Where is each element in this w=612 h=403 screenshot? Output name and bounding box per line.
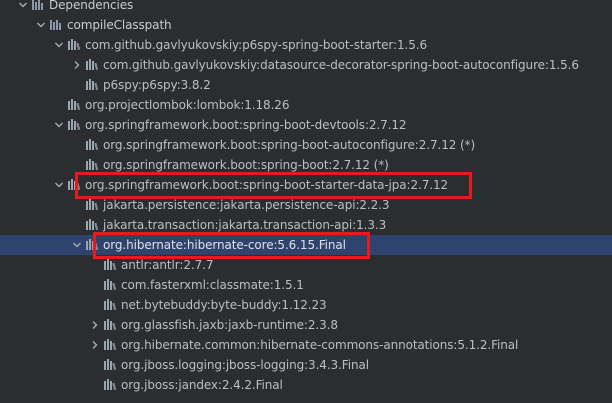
chevron-down-icon[interactable] [53, 119, 65, 131]
library-icon [103, 278, 117, 292]
library-icon [85, 218, 99, 232]
tree-row[interactable]: antlr:antlr:2.7.7 [0, 255, 612, 275]
library-icon [103, 298, 117, 312]
library-icon [67, 178, 81, 192]
tree-row-label: com.fasterxml:classmate:1.5.1 [121, 275, 304, 295]
artifact-coordinate: p6spy:p6spy:3.8.2 [103, 78, 211, 92]
artifact-coordinate: org.projectlombok:lombok:1.18.26 [85, 98, 290, 112]
artifact-coordinate: org.springframework.boot:spring-boot-sta… [85, 178, 449, 192]
tree-row[interactable]: p6spy:p6spy:3.8.2 [0, 75, 612, 95]
tree-row-label: net.bytebuddy:byte-buddy:1.12.23 [121, 295, 327, 315]
tree-row-label: com.github.gavlyukovskiy:datasource-deco… [103, 55, 579, 75]
tree-row[interactable]: com.fasterxml:classmate:1.5.1 [0, 275, 612, 295]
tree-row-label: antlr:antlr:2.7.7 [121, 255, 213, 275]
library-icon [67, 98, 81, 112]
tree-row[interactable]: org.springframework.boot:spring-boot-dev… [0, 115, 612, 135]
artifact-coordinate: jakarta.persistence:jakarta.persistence-… [103, 198, 390, 212]
artifact-coordinate: org.glassfish.jaxb:jaxb-runtime:2.3.8 [121, 318, 338, 332]
artifact-coordinate: org.springframework.boot:spring-boot-aut… [103, 138, 457, 152]
tree-row[interactable]: org.hibernate:hibernate-core:5.6.15.Fina… [0, 235, 612, 255]
tree-row[interactable]: org.hibernate.common:hibernate-commons-a… [0, 335, 612, 355]
tree-row[interactable]: org.springframework.boot:spring-boot-aut… [0, 135, 612, 155]
tree-row-label: org.projectlombok:lombok:1.18.26 [85, 95, 289, 115]
omitted-marker: (*) [456, 138, 476, 152]
chevron-down-icon[interactable] [53, 39, 65, 51]
library-icon [85, 238, 99, 252]
chevron-right-icon[interactable] [89, 319, 101, 331]
library-icon [85, 158, 99, 172]
tree-row[interactable]: org.jboss:jandex:2.4.2.Final [0, 375, 612, 395]
library-icon [103, 258, 117, 272]
library-icon [67, 38, 81, 52]
tree-row-label: org.hibernate:hibernate-core:5.6.15.Fina… [103, 235, 346, 255]
artifact-coordinate: antlr:antlr:2.7.7 [121, 258, 214, 272]
artifact-coordinate: com.github.gavlyukovskiy:p6spy-spring-bo… [85, 38, 428, 52]
artifact-coordinate: jakarta.transaction:jakarta.transaction-… [103, 218, 387, 232]
artifact-coordinate: net.bytebuddy:byte-buddy:1.12.23 [121, 298, 327, 312]
tree-row[interactable]: org.springframework.boot:spring-boot:2.7… [0, 155, 612, 175]
tree-row-label: org.springframework.boot:spring-boot:2.7… [103, 155, 389, 175]
chevron-right-icon[interactable] [71, 59, 83, 71]
artifact-coordinate: org.springframework.boot:spring-boot:2.7… [103, 158, 370, 172]
artifact-coordinate: org.jboss.logging:jboss-logging:3.4.3.Fi… [121, 358, 369, 372]
artifact-coordinate: org.jboss:jandex:2.4.2.Final [121, 378, 283, 392]
tree-row-label: org.springframework.boot:spring-boot-dev… [85, 115, 407, 135]
tree-row-label: com.github.gavlyukovskiy:p6spy-spring-bo… [85, 35, 427, 55]
tree-row[interactable]: com.github.gavlyukovskiy:datasource-deco… [0, 55, 612, 75]
tree-row-label: p6spy:p6spy:3.8.2 [103, 75, 211, 95]
tree-row-label: org.hibernate.common:hibernate-commons-a… [121, 335, 518, 355]
chevron-down-icon[interactable] [17, 0, 29, 11]
tree-row-label: org.jboss.logging:jboss-logging:3.4.3.Fi… [121, 355, 369, 375]
chevron-right-icon[interactable] [89, 339, 101, 351]
tree-row[interactable]: com.github.gavlyukovskiy:p6spy-spring-bo… [0, 35, 612, 55]
artifact-coordinate: com.fasterxml:classmate:1.5.1 [121, 278, 304, 292]
library-icon [67, 118, 81, 132]
artifact-coordinate: compileClasspath [67, 18, 172, 32]
dependency-tree[interactable]: Dependencies compileClasspath com.github.g… [0, 0, 612, 403]
folder-icon [49, 18, 63, 32]
tree-row[interactable]: jakarta.transaction:jakarta.transaction-… [0, 215, 612, 235]
artifact-coordinate: com.github.gavlyukovskiy:datasource-deco… [103, 58, 579, 72]
tree-row-label: Dependencies [49, 0, 133, 15]
library-icon [85, 138, 99, 152]
tree-row-label: jakarta.persistence:jakarta.persistence-… [103, 195, 390, 215]
tree-row-label: org.springframework.boot:spring-boot-aut… [103, 135, 475, 155]
library-icon [103, 318, 117, 332]
tree-row[interactable]: org.jboss.logging:jboss-logging:3.4.3.Fi… [0, 355, 612, 375]
tree-row-label: compileClasspath [67, 15, 172, 35]
library-icon [85, 58, 99, 72]
library-icon [103, 378, 117, 392]
tree-row[interactable]: org.glassfish.jaxb:jaxb-runtime:2.3.8 [0, 315, 612, 335]
tree-row-label: org.glassfish.jaxb:jaxb-runtime:2.3.8 [121, 315, 338, 335]
tree-row-label: org.jboss:jandex:2.4.2.Final [121, 375, 283, 395]
tree-row[interactable]: org.springframework.boot:spring-boot-sta… [0, 175, 612, 195]
tree-row-label: jakarta.transaction:jakarta.transaction-… [103, 215, 386, 235]
artifact-coordinate: Dependencies [49, 0, 134, 12]
artifact-coordinate: org.springframework.boot:spring-boot-dev… [85, 118, 407, 132]
artifact-coordinate: org.hibernate.common:hibernate-commons-a… [121, 338, 519, 352]
omitted-marker: (*) [369, 158, 389, 172]
tree-row[interactable]: compileClasspath [0, 15, 612, 35]
artifact-coordinate: org.hibernate:hibernate-core:5.6.15.Fina… [103, 238, 346, 252]
folder-icon [31, 0, 45, 12]
library-icon [103, 338, 117, 352]
tree-row[interactable]: net.bytebuddy:byte-buddy:1.12.23 [0, 295, 612, 315]
library-icon [103, 358, 117, 372]
tree-row[interactable]: Dependencies [0, 0, 612, 15]
tree-row-label: org.springframework.boot:spring-boot-sta… [85, 175, 448, 195]
library-icon [85, 78, 99, 92]
tree-row[interactable]: jakarta.persistence:jakarta.persistence-… [0, 195, 612, 215]
chevron-down-icon[interactable] [35, 19, 47, 31]
tree-row[interactable]: org.projectlombok:lombok:1.18.26 [0, 95, 612, 115]
chevron-down-icon[interactable] [71, 239, 83, 251]
library-icon [85, 198, 99, 212]
chevron-down-icon[interactable] [53, 179, 65, 191]
